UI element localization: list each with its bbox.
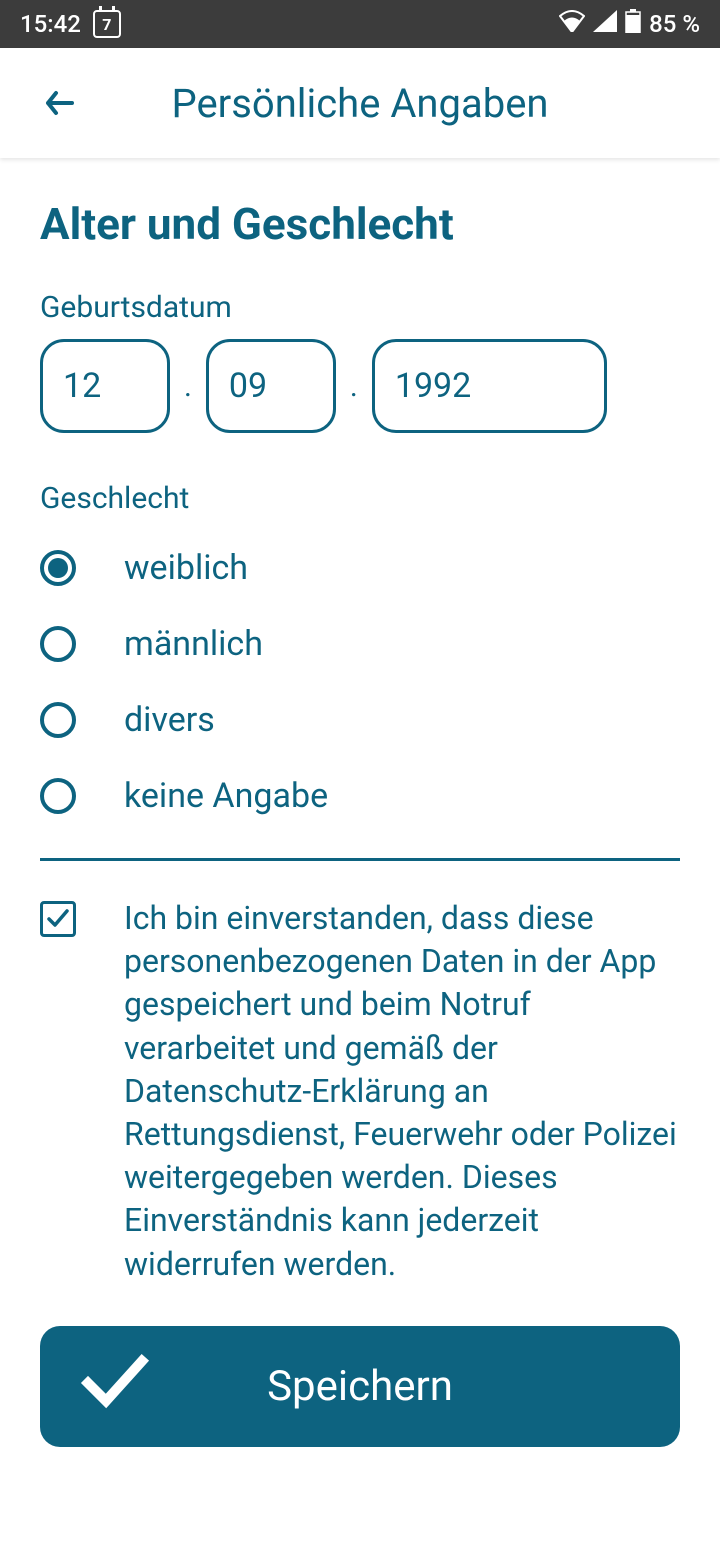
page-title: Persönliche Angaben [40,80,680,127]
birthdate-year-input[interactable]: 1992 [372,339,607,433]
birthdate-day-input[interactable]: 12 [40,339,170,433]
birthdate-label: Geburtsdatum [40,290,680,325]
radio-label: divers [124,700,215,740]
gender-radio-group: weiblich männlich divers keine Angabe [40,530,680,834]
gender-option-maennlich[interactable]: männlich [40,606,680,682]
calendar-icon: 7 [93,10,121,38]
status-right: 85 % [559,9,700,39]
check-icon [80,1351,150,1422]
status-bar: 15:42 7 85 % [0,0,720,48]
wifi-icon [559,10,585,38]
signal-icon [593,10,617,38]
status-left: 15:42 7 [20,10,121,38]
radio-label: keine Angabe [124,776,328,816]
gender-label: Geschlecht [40,481,680,516]
check-icon [45,906,71,932]
consent-checkbox[interactable] [40,901,76,937]
date-separator: . [350,369,358,404]
gender-option-weiblich[interactable]: weiblich [40,530,680,606]
birthdate-row: 12 . 09 . 1992 [40,339,680,433]
divider [40,858,680,861]
gender-option-keine-angabe[interactable]: keine Angabe [40,758,680,834]
birthdate-month-input[interactable]: 09 [206,339,336,433]
radio-label: weiblich [124,548,248,588]
consent-row: Ich bin einverstanden, dass diese person… [40,897,680,1286]
save-button-label: Speichern [80,1362,640,1411]
section-title: Alter und Geschlecht [40,198,680,250]
app-bar: Persönliche Angaben [0,48,720,158]
gender-option-divers[interactable]: divers [40,682,680,758]
consent-text: Ich bin einverstanden, dass diese person… [124,897,680,1286]
date-separator: . [184,369,192,404]
radio-icon [40,702,76,738]
radio-icon [40,550,76,586]
battery-percent: 85 % [649,10,700,38]
radio-icon [40,626,76,662]
radio-label: männlich [124,624,263,664]
save-button[interactable]: Speichern [40,1326,680,1447]
content: Alter und Geschlecht Geburtsdatum 12 . 0… [0,158,720,1447]
radio-icon [40,778,76,814]
battery-icon [625,9,641,39]
status-time: 15:42 [20,10,81,38]
